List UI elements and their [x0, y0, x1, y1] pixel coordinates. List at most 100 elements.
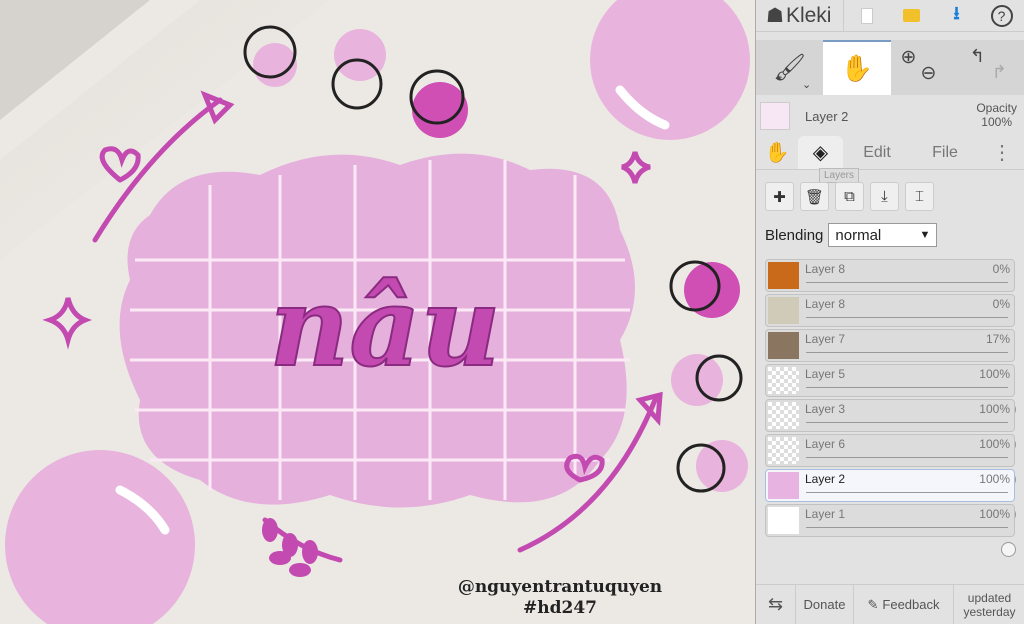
layer-thumbnail: [768, 297, 799, 324]
folder-icon: [903, 9, 920, 22]
layer-opacity: 0%: [992, 297, 1010, 311]
hand-icon: ✋: [840, 53, 874, 83]
side-panel: ☗ Kleki ⭳ ? 🖌 ⌄ ✋ ⊕ ⊖ ↰ ↱ Layer 2 Opacity 10…: [755, 0, 1024, 624]
merge-down-icon: ⤓: [881, 188, 888, 205]
rename-icon: ⌶: [914, 188, 924, 205]
layer-item[interactable]: Layer 7 17%: [765, 329, 1015, 382]
redo-icon[interactable]: ↱: [992, 62, 1007, 83]
layer-item[interactable]: Layer 1 100%: [765, 504, 1016, 557]
layers-icon: ◈: [812, 142, 829, 164]
layer-thumbnail: [768, 332, 799, 359]
help-button[interactable]: ?: [979, 0, 1024, 31]
tab-layers[interactable]: ◈: [798, 136, 843, 169]
donate-button[interactable]: Donate: [796, 585, 854, 624]
layer-thumbnail: [768, 472, 799, 499]
layer-opacity: 17%: [985, 332, 1010, 346]
layer-name: Layer 6: [805, 437, 846, 451]
trash-icon: 🗑: [804, 188, 825, 206]
swap-icon: ⇆: [767, 594, 784, 614]
zoom-tools: ⊕ ⊖: [891, 40, 958, 95]
slider-knob[interactable]: [1001, 542, 1016, 557]
layer-opacity: 100%: [979, 472, 1010, 486]
chevron-down-icon: ⌄: [802, 79, 812, 91]
layer-opacity: 100%: [979, 402, 1010, 416]
feedback-button[interactable]: ✎ Feedback: [854, 585, 954, 624]
brush-tool[interactable]: 🖌 ⌄: [756, 40, 823, 95]
undo-icon[interactable]: ↰: [970, 46, 985, 67]
blending-select[interactable]: normal ▼: [828, 223, 938, 247]
tab-file[interactable]: File: [911, 136, 979, 169]
layer-name: Layer 8: [805, 262, 846, 276]
layer-opacity: 100%: [979, 367, 1010, 381]
opacity-slider[interactable]: [806, 422, 1016, 452]
tab-hand[interactable]: ✋: [756, 136, 798, 169]
layer-item[interactable]: Layer 3 100%: [765, 399, 1016, 452]
zoom-out-icon[interactable]: ⊖: [921, 62, 937, 85]
hand-icon: ✋: [764, 142, 790, 164]
layer-name: Layer 7: [805, 332, 846, 346]
rename-layer-button[interactable]: ⌶: [905, 182, 934, 211]
current-layer-info: Layer 2 Opacity 100%: [756, 100, 1024, 134]
current-layer-thumbnail: [760, 102, 790, 130]
opacity-slider[interactable]: [806, 527, 1016, 557]
app-name: Kleki: [785, 3, 832, 27]
layer-item[interactable]: Layer 8 0%: [765, 259, 1015, 312]
new-file-button[interactable]: [844, 0, 889, 31]
layer-item[interactable]: Layer 6 100%: [765, 434, 1016, 487]
opacity-value: 100%: [981, 115, 1012, 129]
feedback-label: Feedback: [882, 597, 940, 612]
layer-thumbnail: [768, 402, 799, 429]
layer-name: Layer 5: [805, 367, 846, 381]
layer-item[interactable]: Layer 8 0%: [765, 294, 1015, 347]
more-menu-button[interactable]: ⋮: [979, 136, 1024, 169]
blending-label: Blending: [765, 226, 824, 244]
layer-name: Layer 2: [805, 472, 846, 486]
layer-thumbnail: [768, 262, 799, 289]
updated-link[interactable]: updated yesterday: [954, 585, 1024, 624]
chevron-down-icon: ▼: [919, 229, 931, 241]
opacity-slider[interactable]: [806, 387, 1016, 417]
layer-opacity: 0%: [992, 262, 1010, 276]
artwork: nâu: [0, 0, 750, 624]
plus-icon: ✚: [773, 188, 786, 206]
swap-side-button[interactable]: ⇆: [756, 585, 796, 624]
merge-down-button[interactable]: ⤓: [870, 182, 899, 211]
credit-hashtag: #hd247: [523, 598, 597, 618]
download-icon: ⭳: [953, 2, 960, 23]
layers-tooltip: Layers: [819, 168, 860, 183]
add-layer-button[interactable]: ✚: [765, 182, 794, 211]
open-file-button[interactable]: [889, 0, 934, 31]
duplicate-layer-button[interactable]: ⧉: [835, 182, 864, 211]
layer-thumbnail: [768, 507, 799, 534]
layer-opacity: 100%: [979, 507, 1010, 521]
save-button[interactable]: ⭳: [934, 0, 979, 31]
drawing-canvas[interactable]: nâu @nguyentrantuquyen #hd247: [0, 0, 755, 624]
duplicate-icon: ⧉: [844, 188, 855, 205]
layer-name: Layer 8: [805, 297, 846, 311]
feedback-icon: ✎: [867, 596, 879, 612]
artwork-word: nâu: [269, 262, 500, 391]
opacity-slider[interactable]: [806, 492, 1016, 522]
blending-value: normal: [835, 226, 882, 244]
layer-list: Layer 8 0% Layer 8 0% Layer 7 17% Layer …: [765, 259, 1016, 557]
zoom-in-icon[interactable]: ⊕: [901, 46, 917, 69]
layer-item[interactable]: Layer 5 100%: [765, 364, 1016, 417]
hand-tool[interactable]: ✋: [823, 40, 891, 95]
layer-item[interactable]: Layer 2 100%: [765, 469, 1016, 522]
tab-edit[interactable]: Edit: [843, 136, 911, 169]
help-icon: ?: [990, 4, 1013, 27]
current-layer-name: Layer 2: [805, 109, 849, 124]
layer-opacity: 100%: [979, 437, 1010, 451]
kleki-logo[interactable]: ☗ Kleki: [756, 0, 844, 31]
opacity-slider[interactable]: [806, 457, 1016, 487]
delete-layer-button[interactable]: 🗑: [800, 182, 829, 211]
layer-name: Layer 3: [805, 402, 846, 416]
layer-thumbnail: [768, 437, 799, 464]
credit-handle: @nguyentrantuquyen: [457, 577, 663, 597]
opacity-slider[interactable]: [799, 282, 1008, 312]
opacity-slider[interactable]: [806, 352, 1008, 382]
layer-name: Layer 1: [805, 507, 846, 521]
opacity-slider[interactable]: [799, 317, 1008, 347]
more-vertical-icon: ⋮: [992, 142, 1012, 164]
opacity-label: Opacity: [976, 101, 1017, 115]
